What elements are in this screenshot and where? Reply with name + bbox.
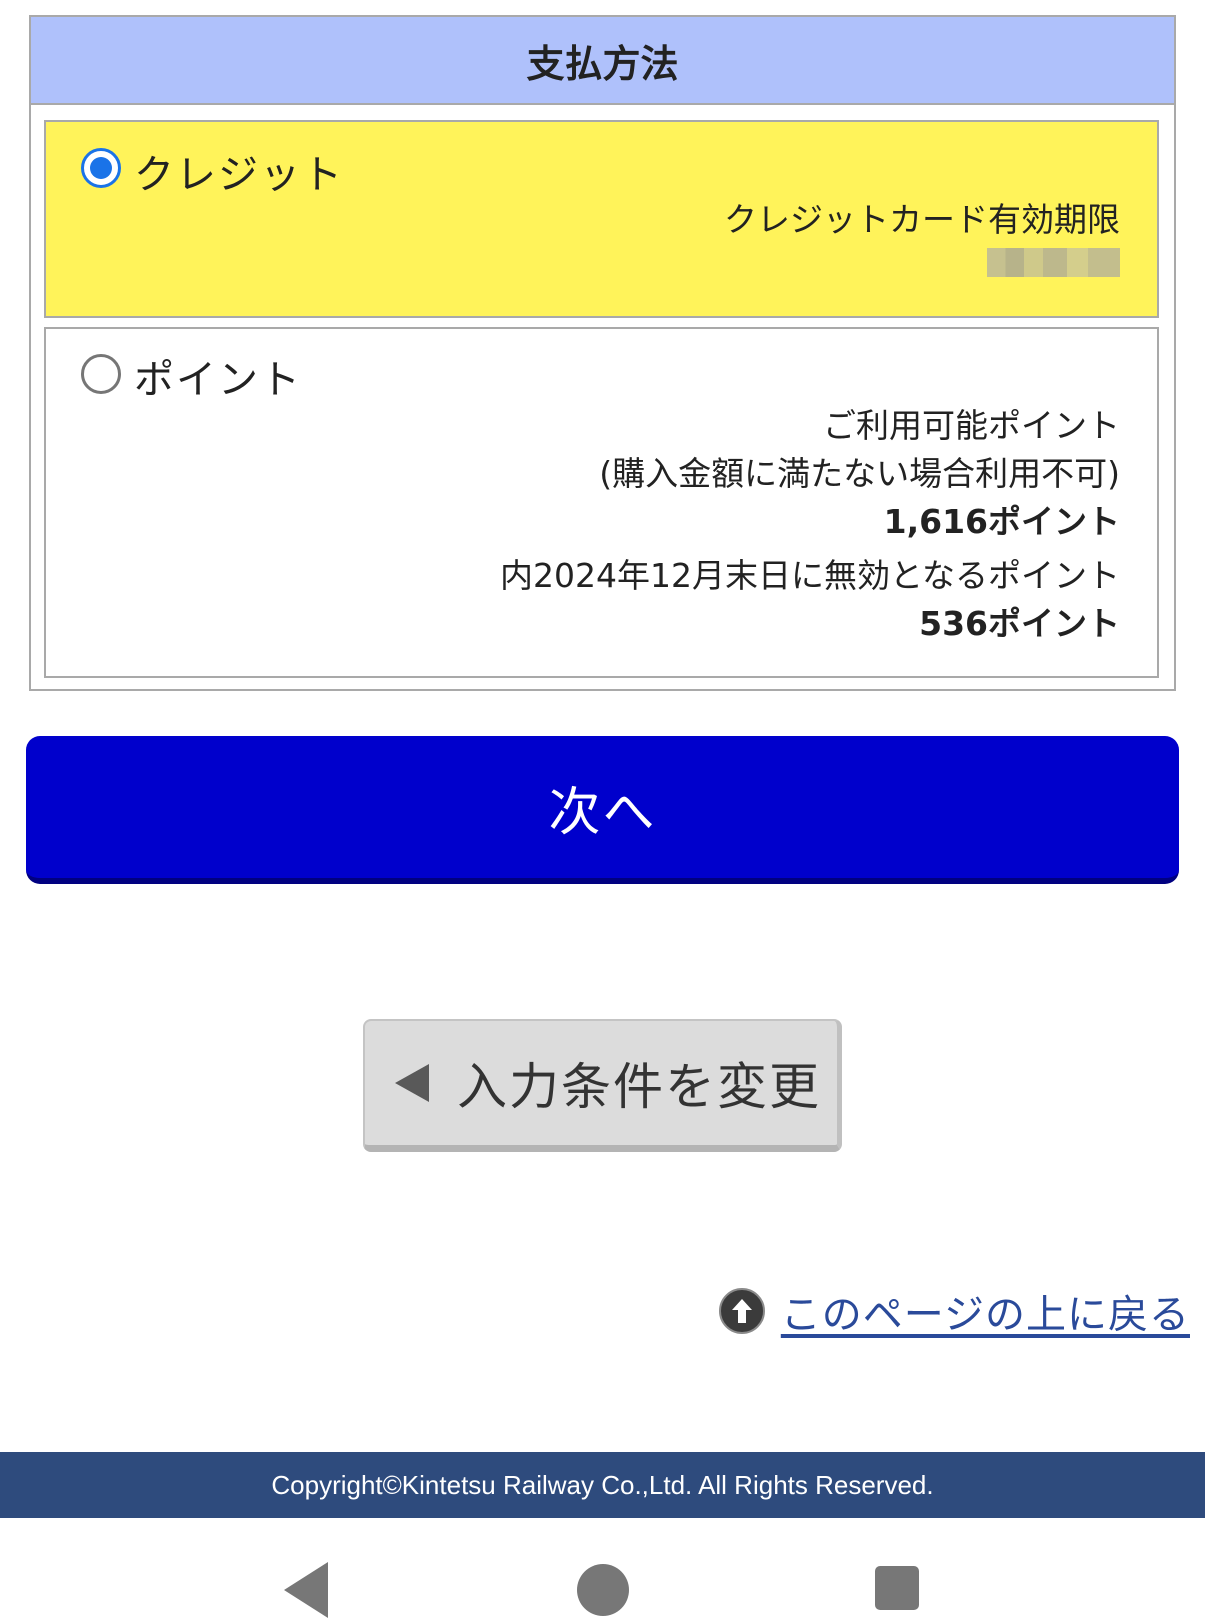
payment-option-credit[interactable]: クレジット クレジットカード有効期限	[44, 120, 1159, 318]
expiring-points-label: 内2024年12月末日に無効となるポイント	[500, 556, 1120, 595]
system-nav-bar	[0, 1518, 1205, 1618]
home-icon[interactable]	[577, 1564, 629, 1616]
point-details: ご利用可能ポイント (購入金額に満たない場合利用不可) 1,616ポイント 内2…	[500, 402, 1120, 648]
payment-method-title: 支払方法	[31, 17, 1174, 105]
credit-expiry-masked-value	[987, 248, 1120, 277]
available-points-value: 1,616ポイント	[883, 502, 1120, 541]
point-radio[interactable]	[81, 354, 121, 394]
expiring-points-value: 536ポイント	[919, 604, 1120, 643]
back-to-top-link[interactable]: このページの上に戻る	[718, 1282, 1190, 1340]
payment-method-panel: 支払方法 クレジット クレジットカード有効期限 ポイント ご利用可能ポイント (…	[29, 15, 1176, 691]
recent-apps-icon[interactable]	[875, 1566, 919, 1610]
points-note: (購入金額に満たない場合利用不可)	[599, 454, 1120, 493]
next-button[interactable]: 次へ	[26, 736, 1179, 884]
footer-copyright: Copyright©Kintetsu Railway Co.,Ltd. All …	[0, 1452, 1205, 1518]
payment-option-point[interactable]: ポイント ご利用可能ポイント (購入金額に満たない場合利用不可) 1,616ポイ…	[44, 327, 1159, 678]
credit-radio[interactable]	[81, 148, 121, 188]
change-conditions-label: 入力条件を変更	[457, 1058, 821, 1116]
credit-label: クレジット	[134, 152, 344, 198]
available-points-label: ご利用可能ポイント	[823, 406, 1120, 445]
arrow-up-circle-icon	[718, 1288, 765, 1334]
back-icon[interactable]	[284, 1562, 328, 1618]
point-label: ポイント	[134, 357, 302, 403]
credit-expiry-label: クレジットカード有効期限	[724, 200, 1120, 239]
change-conditions-button[interactable]: 入力条件を変更	[363, 1019, 842, 1152]
left-triangle-icon	[395, 1064, 429, 1102]
credit-details: クレジットカード有効期限	[724, 196, 1120, 281]
back-to-top-label[interactable]: このページの上に戻る	[781, 1282, 1190, 1340]
